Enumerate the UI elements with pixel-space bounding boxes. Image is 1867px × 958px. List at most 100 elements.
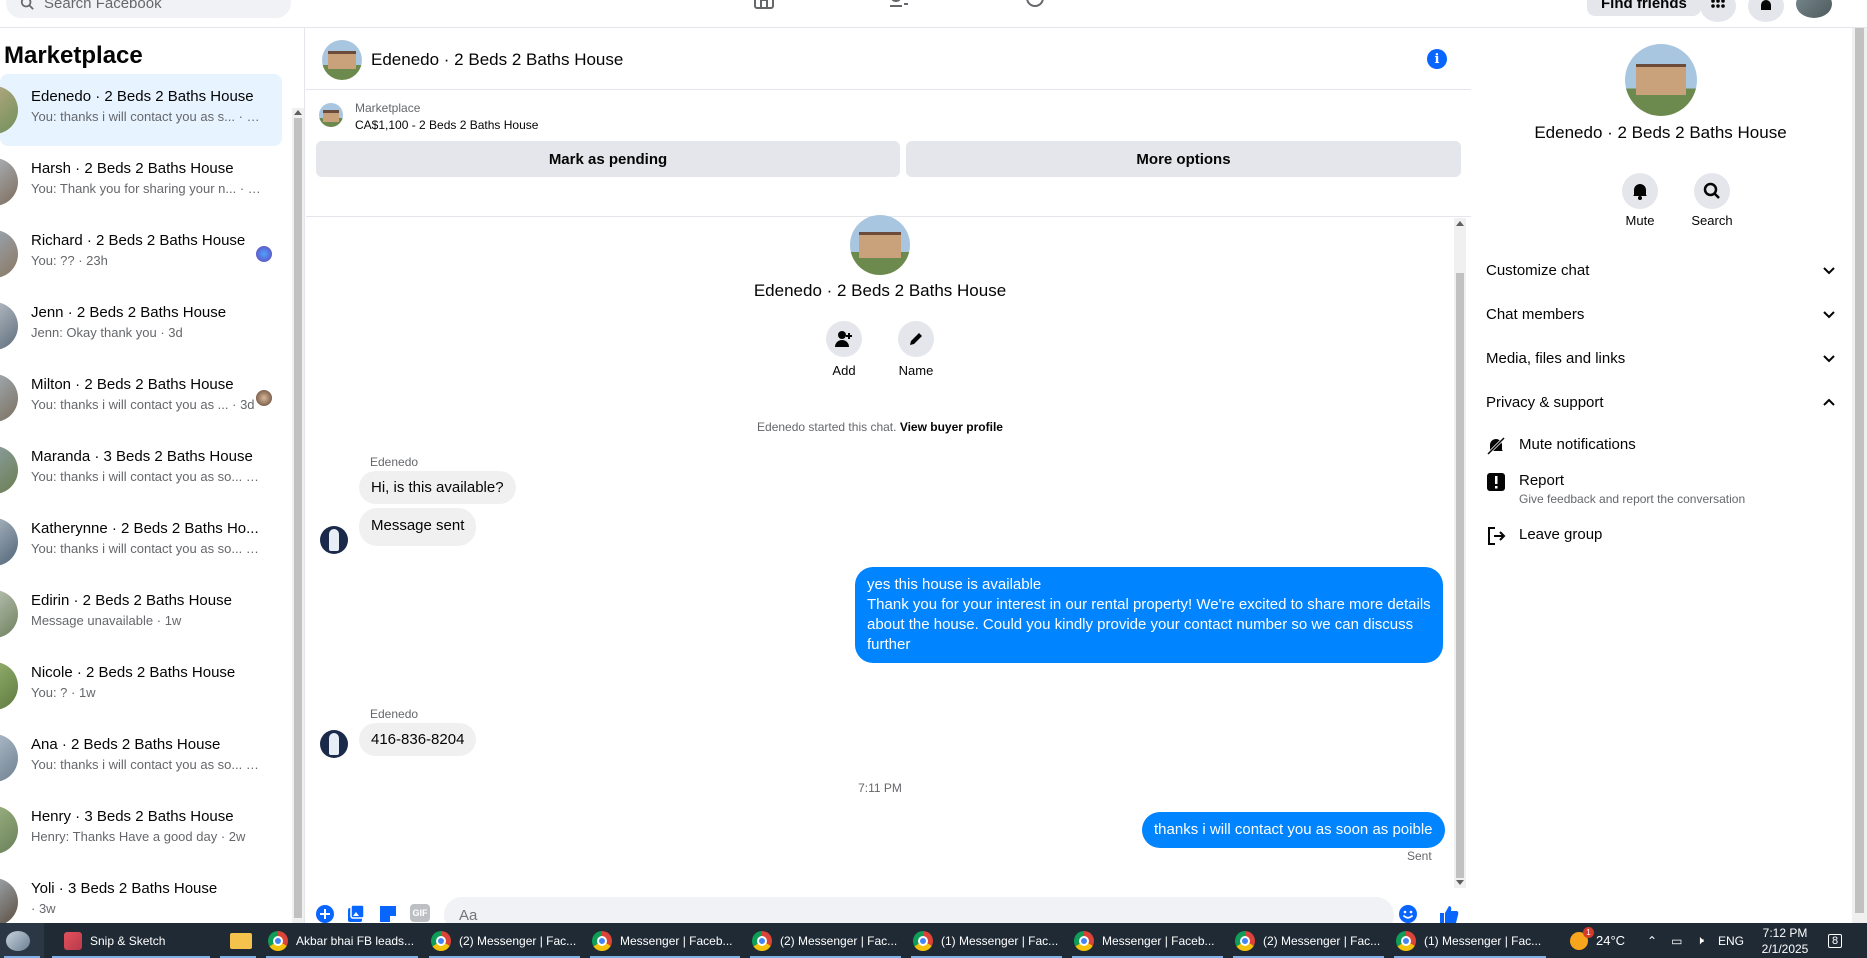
mute-button[interactable]	[1622, 173, 1658, 209]
plus-circle-icon[interactable]	[315, 904, 335, 924]
listing-thumbnail[interactable]	[319, 103, 343, 127]
conversation-thumbnail	[0, 590, 18, 638]
conversation-item[interactable]: Richard · 2 Beds 2 Baths House You: ?? · …	[0, 218, 282, 290]
listing-summary[interactable]: CA$1,100 - 2 Beds 2 Baths House	[355, 118, 538, 132]
section-toggle[interactable]: Customize chat	[1486, 258, 1836, 282]
menu-grid-icon[interactable]	[1700, 0, 1736, 22]
sent-status: Sent	[1407, 849, 1432, 863]
info-icon[interactable]: i	[1427, 49, 1447, 69]
groups-nav-icon[interactable]	[888, 0, 910, 12]
conversation-preview: You: thanks i will contact you as so... …	[31, 541, 261, 556]
taskbar-item[interactable]: Messenger | Faceb...	[1068, 923, 1227, 958]
conversation-thumbnail	[0, 86, 18, 134]
taskbar-item[interactable]: Snip & Sketch	[48, 923, 214, 958]
start-icon	[6, 930, 30, 951]
conversation-thumbnail	[0, 662, 18, 710]
taskbar-item[interactable]: Messenger | Faceb...	[586, 923, 744, 958]
sidebar-scrollbar[interactable]	[292, 108, 304, 923]
sender-avatar[interactable]	[320, 526, 348, 554]
snip-icon	[64, 931, 82, 950]
taskbar-item-label: (1) Messenger | Fac...	[941, 933, 1059, 948]
conversation-item[interactable]: Ana · 2 Beds 2 Baths House You: thanks i …	[0, 722, 282, 794]
photo-icon[interactable]	[346, 904, 366, 924]
conversation-item[interactable]: Yoli · 3 Beds 2 Baths House · 3w	[0, 866, 282, 923]
conversation-preview: Henry: Thanks Have a good day · 2w	[31, 829, 246, 844]
emoji-icon[interactable]	[1398, 904, 1418, 924]
notifications-bell-icon[interactable]	[1748, 0, 1784, 22]
gif-icon[interactable]: GIF	[410, 904, 430, 922]
taskbar-item[interactable]: (2) Messenger | Fac...	[1229, 923, 1388, 958]
section-toggle[interactable]: Chat members	[1486, 302, 1836, 326]
language-indicator[interactable]: ENG	[1718, 934, 1744, 948]
volume-icon[interactable]: 🕨	[1696, 933, 1704, 948]
scroll-down-icon[interactable]	[1456, 880, 1464, 885]
conversation-item[interactable]: Nicole · 2 Beds 2 Baths House You: ? · 1w	[0, 650, 282, 722]
chevron-up-icon[interactable]: ⌃	[1647, 934, 1657, 948]
page-scrollbar[interactable]	[1852, 28, 1867, 923]
chat-scrollbar[interactable]	[1454, 218, 1466, 888]
notification-center-icon[interactable]: 8	[1828, 923, 1843, 958]
view-buyer-profile-link[interactable]: View buyer profile	[900, 420, 1003, 434]
search-icon	[20, 0, 34, 10]
conversation-item[interactable]: Milton · 2 Beds 2 Baths House You: thanks…	[0, 362, 282, 434]
folder-icon	[230, 932, 252, 949]
taskbar-item[interactable]: (2) Messenger | Fac...	[746, 923, 905, 958]
add-person-button[interactable]	[826, 321, 862, 357]
marketplace-nav-icon[interactable]	[753, 0, 775, 12]
taskbar-item[interactable]	[216, 923, 260, 958]
chrome-icon	[752, 930, 772, 951]
taskbar-item[interactable]: (2) Messenger | Fac...	[425, 923, 584, 958]
incoming-message[interactable]: Hi, is this available?	[359, 471, 516, 504]
conversation-item[interactable]: Henry · 3 Beds 2 Baths House Henry: Thank…	[0, 794, 282, 866]
report-description: Give feedback and report the conversatio…	[1519, 492, 1746, 506]
find-friends-button[interactable]: Find friends	[1587, 0, 1701, 16]
mark-as-pending-button[interactable]: Mark as pending	[316, 141, 900, 177]
chat-scroll-thumb[interactable]	[1456, 273, 1464, 878]
chat-avatar[interactable]	[322, 40, 362, 80]
scroll-up-icon[interactable]	[1456, 221, 1464, 226]
conversation-item[interactable]: Harsh · 2 Beds 2 Baths House You: Thank y…	[0, 146, 282, 218]
taskbar-item-label: Snip & Sketch	[90, 933, 166, 948]
info-panel-name: Edenedo · 2 Beds 2 Baths House	[1534, 123, 1787, 142]
search-conversation-button[interactable]	[1694, 173, 1730, 209]
outgoing-message-line: Thank you for your interest in our renta…	[867, 596, 1431, 653]
scroll-up-icon[interactable]	[294, 110, 302, 115]
chat-started-note: Edenedo started this chat. View buyer pr…	[306, 420, 1454, 434]
clock[interactable]: 7:12 PM 2/1/2025	[1752, 923, 1818, 958]
conversation-item[interactable]: Edirin · 2 Beds 2 Baths House Message una…	[0, 578, 282, 650]
taskbar-item[interactable]: (1) Messenger | Fac...	[1390, 923, 1550, 958]
outgoing-message[interactable]: thanks i will contact you as soon as poi…	[1142, 812, 1445, 848]
section-toggle[interactable]: Privacy & support	[1486, 390, 1836, 414]
start-button[interactable]	[0, 923, 44, 958]
outgoing-message[interactable]: yes this house is available Thank you fo…	[855, 567, 1443, 663]
more-options-button[interactable]: More options	[906, 141, 1461, 177]
sticker-icon[interactable]	[378, 904, 398, 924]
gaming-nav-icon[interactable]	[1024, 0, 1046, 12]
sender-avatar[interactable]	[320, 730, 348, 758]
conversation-item[interactable]: Edenedo · 2 Beds 2 Baths House You: thank…	[0, 74, 282, 146]
conversation-preview: You: Thank you for sharing your n... · 2…	[31, 181, 261, 196]
sidebar-scroll-thumb[interactable]	[294, 118, 302, 918]
edit-name-button[interactable]	[898, 321, 934, 357]
conversation-thumbnail	[0, 878, 18, 923]
conversation-item[interactable]: Jenn · 2 Beds 2 Baths House Jenn: Okay th…	[0, 290, 282, 362]
conversation-item[interactable]: Maranda · 3 Beds 2 Baths House You: thank…	[0, 434, 282, 506]
leave-group-label: Leave group	[1519, 526, 1603, 543]
network-icon[interactable]: ▭	[1671, 934, 1682, 948]
sidebar-title: Marketplace	[4, 42, 143, 69]
incoming-message[interactable]: 416-836-8204	[359, 723, 477, 756]
conversation-item[interactable]: Katherynne · 2 Beds 2 Baths Ho... You: th…	[0, 506, 282, 578]
chat-title[interactable]: Edenedo · 2 Beds 2 Baths House	[371, 50, 623, 70]
incoming-message[interactable]: Message sent	[359, 508, 477, 546]
profile-avatar[interactable]	[1796, 0, 1832, 18]
weather-widget[interactable]: 1 24°C	[1570, 923, 1625, 958]
taskbar-item[interactable]: Akbar bhai FB leads...	[262, 923, 422, 958]
taskbar-item-label: Messenger | Faceb...	[1102, 933, 1215, 948]
search-input[interactable]: Search Facebook	[6, 0, 291, 18]
section-toggle[interactable]: Media, files and links	[1486, 346, 1836, 370]
add-label: Add	[832, 363, 856, 378]
report-icon	[1487, 473, 1505, 491]
conversation-preview: You: ?? · 23h	[31, 253, 108, 268]
taskbar-item[interactable]: (1) Messenger | Fac...	[907, 923, 1066, 958]
page-scroll-thumb[interactable]	[1855, 28, 1864, 913]
